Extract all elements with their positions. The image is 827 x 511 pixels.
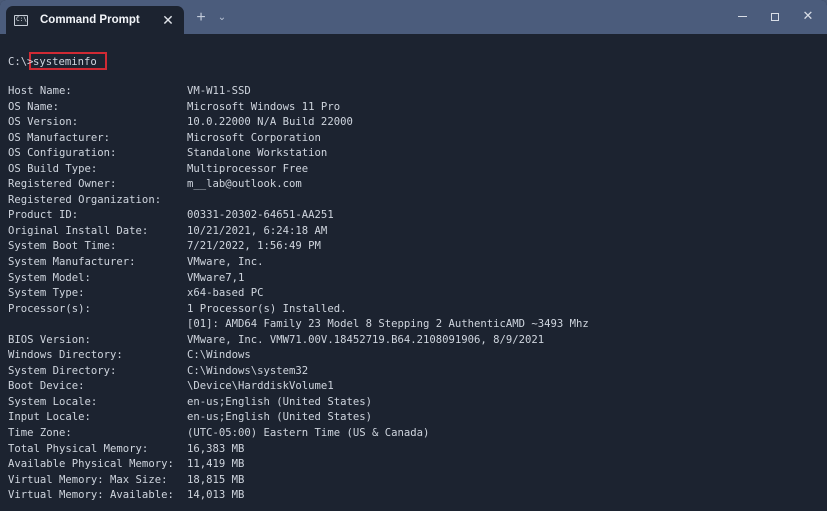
- field-label: Available Physical Memory:: [8, 458, 174, 471]
- prompt-path: C:\: [8, 56, 28, 68]
- field-value: 11,419 MB: [187, 458, 245, 471]
- field-label: System Locale:: [8, 395, 98, 408]
- field-value: VMware7,1: [187, 271, 245, 284]
- field-value: 1 Processor(s) Installed.: [187, 302, 347, 315]
- maximize-icon: [771, 12, 779, 21]
- field-label: System Boot Time:: [8, 240, 117, 253]
- field-value: C:\Windows\system32: [187, 364, 309, 377]
- field-label: Processor(s):: [8, 302, 91, 315]
- prompt: C:\: [8, 55, 27, 69]
- field-value: (UTC-05:00) Eastern Time (US & Canada): [187, 427, 430, 440]
- field-value: x64-based PC: [187, 287, 264, 300]
- field-label: Windows Directory:: [8, 349, 123, 362]
- field-label: Virtual Memory: Max Size:: [8, 473, 168, 486]
- field-value: VMware, Inc. VMW71.00V.18452719.B64.2108…: [187, 333, 545, 346]
- field-value: VMware, Inc.: [187, 256, 264, 269]
- field-value: Microsoft Windows 11 Pro: [187, 100, 341, 113]
- field-value: m__lab@outlook.com: [187, 178, 302, 191]
- field-label: OS Name:: [8, 100, 60, 113]
- chevron-down-icon[interactable]: ⌄: [213, 8, 231, 28]
- field-value: 7/21/2022, 1:56:49 PM: [187, 240, 321, 253]
- field-value: en-us;English (United States): [187, 395, 372, 408]
- field-value: 10/21/2021, 6:24:18 AM: [187, 224, 328, 237]
- cmd-icon-glyph: C:\: [16, 15, 27, 23]
- field-value: \Device\HarddiskVolume1: [187, 380, 334, 393]
- field-label: System Directory:: [8, 364, 117, 377]
- field-label: Original Install Date:: [8, 224, 149, 237]
- field-value: en-us;English (United States): [187, 411, 372, 424]
- field-label: Boot Device:: [8, 380, 85, 393]
- field-value: VM-W11-SSD: [187, 85, 251, 97]
- command-text: > systeminfo: [27, 55, 97, 69]
- terminal-window: C:\ Command Prompt ✕ + ⌄ ✕ C:\ > systemin…: [0, 0, 827, 511]
- field-label: System Type:: [8, 287, 85, 300]
- minimize-icon: [737, 16, 747, 18]
- field-label: Registered Owner:: [8, 178, 117, 191]
- maximize-button[interactable]: [760, 4, 790, 28]
- field-value: Multiprocessor Free: [187, 162, 309, 175]
- tab-title: Command Prompt: [40, 14, 140, 26]
- field-label: OS Manufacturer:: [8, 131, 111, 144]
- field-value: 00331-20302-64651-AA251: [187, 209, 334, 222]
- close-window-button[interactable]: ✕: [793, 4, 823, 28]
- field-value: 18,815 MB: [187, 473, 245, 486]
- field-label: System Model:: [8, 271, 91, 284]
- field-label: OS Version:: [8, 116, 79, 129]
- field-label: Time Zone:: [8, 427, 72, 440]
- field-label: Registered Organization:: [8, 193, 162, 206]
- command: systeminfo: [33, 56, 97, 68]
- field-value: 16,383 MB: [187, 442, 245, 455]
- cmd-icon: C:\: [14, 14, 28, 26]
- title-bar: C:\ Command Prompt ✕ + ⌄ ✕: [0, 0, 827, 34]
- field-label: BIOS Version:: [8, 333, 91, 346]
- field-label: Host Name:: [8, 85, 72, 97]
- field-value: 14,013 MB: [187, 489, 245, 502]
- minimize-button[interactable]: [727, 4, 757, 28]
- plus-icon[interactable]: +: [191, 8, 211, 28]
- field-label: Total Physical Memory:: [8, 442, 149, 455]
- field-value: Microsoft Corporation: [187, 131, 321, 144]
- field-label: OS Build Type:: [8, 162, 98, 175]
- terminal-output[interactable]: C:\ > systeminfo Host Name: VM-W11-SSD OS N…: [0, 34, 827, 511]
- tab-command-prompt[interactable]: C:\ Command Prompt ✕: [6, 6, 184, 34]
- field-label: Product ID:: [8, 209, 79, 222]
- close-icon[interactable]: ✕: [158, 10, 178, 30]
- field-value: C:\Windows: [187, 349, 251, 362]
- field-label: Virtual Memory: Available:: [8, 489, 174, 502]
- close-icon: ✕: [802, 8, 814, 23]
- field-label: Input Locale:: [8, 411, 91, 424]
- field-value: [01]: AMD64 Family 23 Model 8 Stepping 2…: [187, 318, 589, 331]
- prompt-cursor: >: [27, 56, 34, 68]
- field-label: OS Configuration:: [8, 147, 117, 160]
- field-value: 10.0.22000 N/A Build 22000: [187, 116, 353, 129]
- field-label: System Manufacturer:: [8, 256, 136, 269]
- field-value: Standalone Workstation: [187, 147, 328, 160]
